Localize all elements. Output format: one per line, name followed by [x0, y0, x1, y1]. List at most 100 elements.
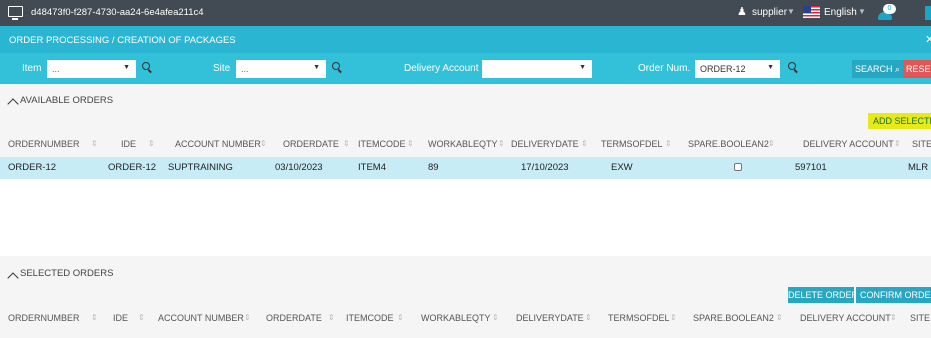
sort-icon[interactable]: ⇕: [407, 139, 414, 148]
delivery-account-label: Delivery Account: [404, 63, 479, 74]
confirm-orders-button[interactable]: CONFIRM ORDERS: [856, 287, 931, 303]
search-button-label: SEARCH: [854, 64, 893, 74]
column-header[interactable]: ACCOUNT NUMBER: [158, 313, 244, 323]
sort-icon[interactable]: ⇕: [492, 313, 499, 322]
sort-icon[interactable]: ⇕: [343, 139, 350, 148]
item-select[interactable]: ... ▼: [47, 60, 136, 78]
order-num-label: Order Num.: [638, 63, 691, 74]
chevron-down-icon: ▼: [123, 64, 130, 71]
cell-site: MLR: [908, 162, 929, 173]
column-header[interactable]: SPARE.BOOLEAN2: [693, 313, 774, 323]
site-select-value: ...: [241, 64, 249, 74]
sort-icon[interactable]: ⇕: [894, 139, 901, 148]
sort-icon[interactable]: ⇕: [138, 313, 145, 322]
sort-icon[interactable]: ⇕: [585, 313, 592, 322]
user-icon[interactable]: ♟: [737, 5, 747, 18]
sort-icon[interactable]: ⇕: [890, 313, 897, 322]
notification-count: 0: [883, 4, 896, 14]
column-header[interactable]: ORDERNUMBER: [8, 139, 80, 149]
page-title: ORDER PROCESSING / CREATION OF PACKAGES: [9, 35, 236, 46]
column-header[interactable]: ITEMCODE: [358, 139, 406, 149]
column-header[interactable]: WORKABLEQTY: [428, 139, 498, 149]
item-search-icon[interactable]: [142, 62, 154, 74]
column-header[interactable]: ORDERDATE: [283, 139, 339, 149]
sort-icon[interactable]: ⇕: [244, 313, 251, 322]
sort-icon[interactable]: ⇕: [581, 139, 588, 148]
sort-icon[interactable]: ⇕: [665, 139, 672, 148]
order-num-select-value: ORDER-12: [700, 64, 746, 74]
order-search-icon[interactable]: [788, 62, 800, 74]
menu-button[interactable]: [925, 6, 931, 20]
user-menu[interactable]: supplier: [752, 7, 787, 18]
column-header[interactable]: DELIVERYDATE: [516, 313, 584, 323]
sort-icon[interactable]: ⇕: [670, 313, 677, 322]
selected-orders-title: SELECTED ORDERS: [20, 268, 114, 279]
available-orders-column-headers: ORDERNUMBER ⇕ IDE ⇕ ACCOUNT NUMBER ⇕ ORDERD…: [0, 139, 931, 153]
cell-ide: ORDER-12: [108, 162, 157, 173]
order-num-select[interactable]: ORDER-12 ▼: [695, 60, 780, 78]
filter-bar: Item ... ▼ Site ... ▼ Delivery Account ▼…: [0, 53, 931, 84]
title-bar: ORDER PROCESSING / CREATION OF PACKAGES …: [0, 26, 931, 53]
item-label: Item: [22, 63, 42, 74]
spare-boolean2-checkbox[interactable]: [734, 163, 742, 171]
available-orders-header: [0, 84, 931, 132]
language-menu[interactable]: English: [824, 7, 857, 18]
cell-delivery-account: 597101: [795, 162, 827, 173]
cell-deliverydate: 17/10/2023: [521, 162, 569, 173]
session-id: d48473f0-f287-4730-aa24-6e4afea211c4: [31, 7, 204, 18]
column-header[interactable]: DELIVERY ACCOUNT: [803, 139, 894, 149]
sort-icon[interactable]: ⇕: [768, 139, 775, 148]
selected-orders-column-headers: ORDERNUMBER ⇕ IDE ⇕ ACCOUNT NUMBER ⇕ ORDERD…: [0, 313, 931, 327]
top-bar: d48473f0-f287-4730-aa24-6e4afea211c4 ♟ s…: [0, 0, 931, 26]
column-header[interactable]: IDE: [121, 139, 136, 149]
column-header[interactable]: WORKABLEQTY: [421, 313, 491, 323]
delete-order-button[interactable]: DELETE ORDER: [788, 287, 854, 303]
column-header[interactable]: ORDERNUMBER: [8, 313, 80, 323]
close-icon[interactable]: ✕: [925, 33, 931, 46]
item-select-value: ...: [52, 64, 60, 74]
flag-icon[interactable]: [803, 6, 820, 18]
delivery-account-select[interactable]: ▼: [482, 60, 592, 78]
cell-account-number: SUPTRAINING: [168, 162, 233, 173]
sort-icon[interactable]: ⇕: [776, 313, 783, 322]
sort-icon[interactable]: ⇕: [498, 139, 505, 148]
column-header[interactable]: IDE: [113, 313, 128, 323]
column-header[interactable]: DELIVERY ACCOUNT: [800, 313, 891, 323]
column-header[interactable]: SITE: [910, 313, 930, 323]
language-chevron-down-icon[interactable]: ▼: [858, 7, 866, 16]
cell-itemcode: ITEM4: [358, 162, 386, 173]
sort-icon[interactable]: ⇕: [397, 313, 404, 322]
column-header[interactable]: TERMSOFDEL: [608, 313, 670, 323]
sort-icon[interactable]: ⇕: [91, 313, 98, 322]
column-header[interactable]: DELIVERYDATE: [511, 139, 579, 149]
reset-button[interactable]: RESET: [903, 60, 931, 78]
reset-button-label: RESET: [906, 64, 931, 74]
search-button[interactable]: SEARCH ⌕: [852, 60, 903, 78]
cell-termsofdel: EXW: [611, 162, 633, 173]
column-header[interactable]: ITEMCODE: [346, 313, 394, 323]
chevron-down-icon: ▼: [767, 64, 774, 71]
column-header[interactable]: ORDERDATE: [266, 313, 322, 323]
cell-ordernumber: ORDER-12: [8, 162, 57, 173]
site-select[interactable]: ... ▼: [236, 60, 326, 78]
chevron-down-icon: ▼: [579, 64, 586, 71]
monitor-icon: [8, 6, 23, 20]
sort-icon[interactable]: ⇕: [148, 139, 155, 148]
column-header[interactable]: SPARE.BOOLEAN2: [688, 139, 769, 149]
table-row[interactable]: ORDER-12 ORDER-12 SUPTRAINING 03/10/2023…: [0, 157, 931, 179]
site-label: Site: [213, 63, 231, 74]
sort-icon[interactable]: ⇕: [91, 139, 98, 148]
site-search-icon[interactable]: [332, 62, 344, 74]
user-chevron-down-icon[interactable]: ▼: [787, 7, 795, 16]
available-orders-title: AVAILABLE ORDERS: [20, 95, 114, 106]
column-header[interactable]: SITE: [912, 139, 931, 149]
chevron-down-icon: ▼: [313, 64, 320, 71]
add-selected-button[interactable]: ADD SELECTED: [868, 113, 931, 129]
bell-icon[interactable]: 0: [876, 4, 896, 22]
cell-workableqty: 89: [428, 162, 439, 173]
sort-icon[interactable]: ⇕: [328, 313, 335, 322]
cell-orderdate: 03/10/2023: [275, 162, 323, 173]
column-header[interactable]: ACCOUNT NUMBER: [175, 139, 261, 149]
column-header[interactable]: TERMSOFDEL: [601, 139, 663, 149]
sort-icon[interactable]: ⇕: [260, 139, 267, 148]
